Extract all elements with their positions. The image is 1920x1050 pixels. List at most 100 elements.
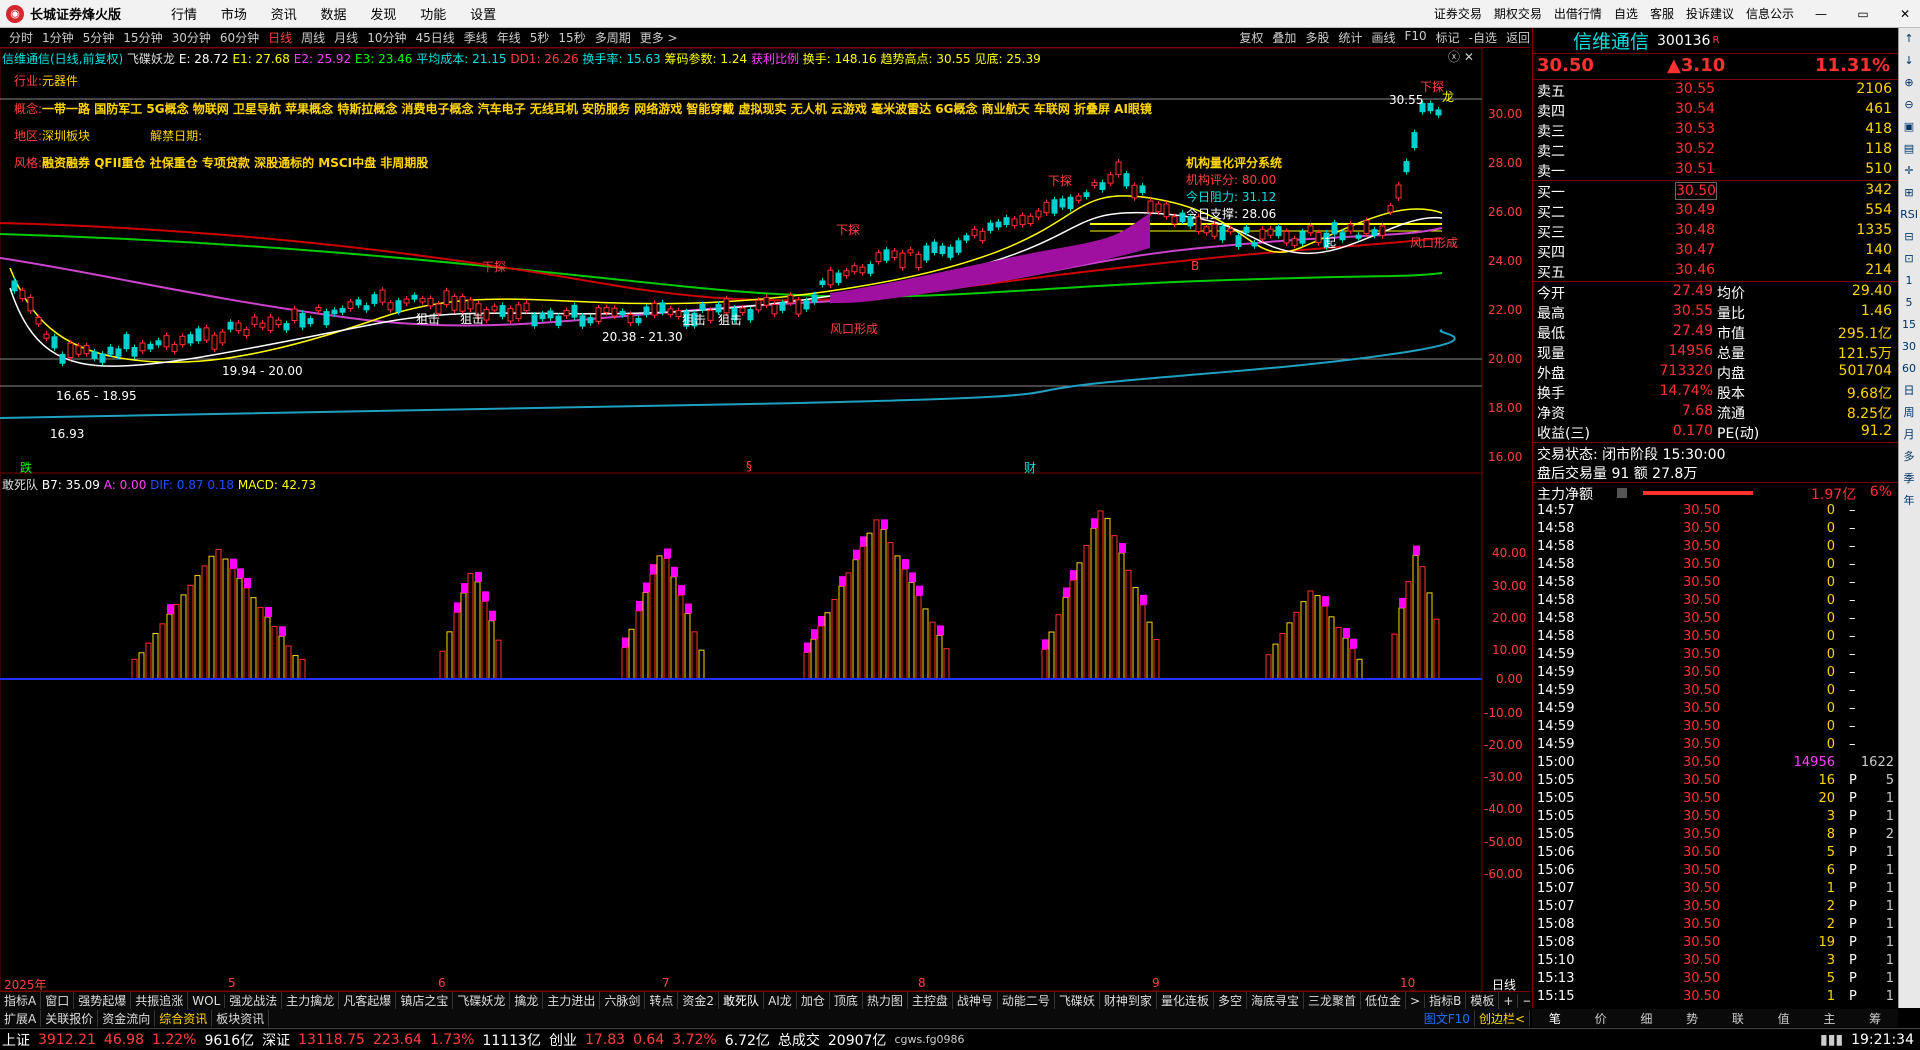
ind-tab[interactable]: 主控盘 (908, 992, 953, 1009)
tool-f10[interactable]: F10 (1404, 29, 1426, 46)
right-tool-button[interactable]: RSI (1899, 204, 1919, 226)
ind-tab[interactable]: 战神号 (953, 992, 998, 1009)
menu-market[interactable]: 市场 (221, 8, 247, 23)
right-tool-button[interactable]: 月 (1899, 424, 1919, 446)
right-tool-button[interactable]: 30 (1899, 336, 1919, 358)
right-tool-button[interactable]: ✛ (1899, 160, 1919, 182)
tool-unwatch[interactable]: -自选 (1469, 29, 1497, 46)
menu-settings[interactable]: 设置 (470, 8, 496, 23)
link-service[interactable]: 客服 (1650, 5, 1674, 22)
link-disclosure[interactable]: 信息公示 (1746, 5, 1794, 22)
period-tab[interactable]: 年线 (497, 29, 521, 46)
period-tab[interactable]: 月线 (334, 29, 358, 46)
ask-row[interactable]: 卖一 30.51 510 (1533, 160, 1898, 180)
ind-tab-scroll[interactable]: > (1406, 993, 1426, 1008)
quote-tab[interactable]: 笔 (1549, 1010, 1561, 1027)
ind-tab[interactable]: 飞碟妖 (1055, 992, 1100, 1009)
ind-tab[interactable]: 转点 (645, 992, 679, 1009)
quote-tab[interactable]: 值 (1778, 1010, 1790, 1027)
right-tool-button[interactable]: 60 (1899, 358, 1919, 380)
period-tab-more[interactable]: 更多 > (640, 29, 678, 46)
period-tab[interactable]: 1分钟 (42, 29, 74, 46)
macd-name[interactable]: 敢死队 (2, 478, 38, 492)
ask-row[interactable]: 卖三 30.53 418 (1533, 120, 1898, 140)
menu-news[interactable]: 资讯 (271, 8, 297, 23)
quote-tab[interactable]: 主 (1823, 1010, 1835, 1027)
close-chart-icon[interactable]: ⓧ ✕ (1448, 48, 1474, 65)
link-securities-trade[interactable]: 证券交易 (1434, 5, 1482, 22)
bid-row[interactable]: 买一 30.50 342 (1533, 181, 1898, 201)
ind-tab-active[interactable]: 敢死队 (719, 992, 765, 1009)
ind-tab[interactable]: 加仓 (797, 992, 830, 1009)
menu-discover[interactable]: 发现 (370, 8, 396, 23)
right-tool-button[interactable]: ⊞ (1899, 182, 1919, 204)
ask-row[interactable]: 卖二 30.52 118 (1533, 140, 1898, 160)
ask-row[interactable]: 卖四 30.54 461 (1533, 100, 1898, 120)
ind-tab[interactable]: 强势起爆 (74, 992, 132, 1009)
right-tool-button[interactable]: ↑ (1899, 28, 1919, 50)
tool-mark[interactable]: 标记 (1436, 29, 1460, 46)
ind-tab[interactable]: 顶底 (830, 992, 863, 1009)
period-tab[interactable]: 60分钟 (220, 29, 259, 46)
ind-tab[interactable]: 凡客起爆 (339, 992, 397, 1009)
template-tab[interactable]: 模板 (1466, 992, 1500, 1009)
right-tool-button[interactable]: ⊡ (1899, 248, 1919, 270)
ext-tab[interactable]: 扩展A (0, 1009, 42, 1027)
period-tab[interactable]: 15分钟 (123, 29, 162, 46)
link-complaint[interactable]: 投诉建议 (1686, 5, 1734, 22)
bid-row[interactable]: 买四 30.47 140 (1533, 241, 1898, 261)
ind-tab[interactable]: 三龙聚首 (1304, 992, 1361, 1009)
ind-tab[interactable]: 量化连板 (1157, 992, 1214, 1009)
right-tool-button[interactable]: 5 (1899, 292, 1919, 314)
quote-tab[interactable]: 势 (1686, 1010, 1698, 1027)
maximize-button[interactable]: ▭ (1848, 7, 1878, 21)
ind-tab[interactable]: 海底寻宝 (1247, 992, 1304, 1009)
ind-tab[interactable]: 资金2 (678, 992, 720, 1009)
right-tool-button[interactable]: ⊕ (1899, 72, 1919, 94)
ext-tab-active[interactable]: 综合资讯 (155, 1009, 213, 1027)
link-option-trade[interactable]: 期权交易 (1494, 5, 1542, 22)
period-tab[interactable]: 15秒 (558, 29, 585, 46)
tool-back[interactable]: 返回 (1506, 29, 1530, 46)
close-button[interactable]: ✕ (1890, 7, 1920, 21)
period-tab[interactable]: 5秒 (530, 29, 550, 46)
quote-tab[interactable]: 价 (1595, 1010, 1607, 1027)
menu-hq[interactable]: 行情 (171, 8, 197, 23)
right-tool-button[interactable]: 1 (1899, 270, 1919, 292)
ext-tab[interactable]: 关联报价 (41, 1009, 99, 1027)
ext-tab[interactable]: 板块资讯 (212, 1009, 270, 1027)
chart-canvas[interactable] (0, 48, 1530, 1000)
ind-tab[interactable]: 动能二号 (998, 992, 1055, 1009)
ind-tab[interactable]: 指标A (0, 992, 42, 1009)
link-lending[interactable]: 出借行情 (1554, 5, 1602, 22)
tool-multi[interactable]: 多股 (1305, 29, 1329, 46)
right-tool-button[interactable]: ⊖ (1899, 94, 1919, 116)
link-watchlist[interactable]: 自选 (1614, 5, 1638, 22)
minimize-button[interactable]: — (1806, 7, 1836, 21)
ind-tab[interactable]: 窗口 (41, 992, 75, 1009)
main-chart-area[interactable]: 信维通信(日线,前复权) 飞碟妖龙 E: 28.72 E1: 27.68 E2:… (0, 48, 1530, 1000)
period-tab[interactable]: 30分钟 (172, 29, 211, 46)
tool-draw[interactable]: 画线 (1371, 29, 1395, 46)
remove-tab-button[interactable]: − (1518, 994, 1530, 1008)
right-tool-button[interactable]: 日 (1899, 380, 1919, 402)
ask-row[interactable]: 卖五 30.55 2106 (1533, 80, 1898, 100)
ind-tab-b[interactable]: 指标B (1425, 992, 1467, 1009)
ind-tab[interactable]: AI龙 (764, 992, 797, 1009)
ind-tab[interactable]: 主力进出 (543, 992, 601, 1009)
right-tool-button[interactable]: ⊟ (1899, 226, 1919, 248)
tool-overlay[interactable]: 叠加 (1272, 29, 1296, 46)
quote-tab[interactable]: 细 (1640, 1010, 1652, 1027)
right-tool-button[interactable]: 15 (1899, 314, 1919, 336)
ind-tab[interactable]: 擒龙 (510, 992, 544, 1009)
period-tab[interactable]: 10分钟 (367, 29, 406, 46)
ext-tab[interactable]: 资金流向 (98, 1009, 156, 1027)
bid-row[interactable]: 买三 30.48 1335 (1533, 221, 1898, 241)
period-tab[interactable]: 5分钟 (83, 29, 115, 46)
right-tool-button[interactable]: ↓ (1899, 50, 1919, 72)
ind-tab[interactable]: 强龙战法 (225, 992, 283, 1009)
tool-stats[interactable]: 统计 (1338, 29, 1362, 46)
right-tool-button[interactable]: 周 (1899, 402, 1919, 424)
ind-tab[interactable]: 多空 (1214, 992, 1247, 1009)
period-tab[interactable]: 多周期 (595, 29, 631, 46)
